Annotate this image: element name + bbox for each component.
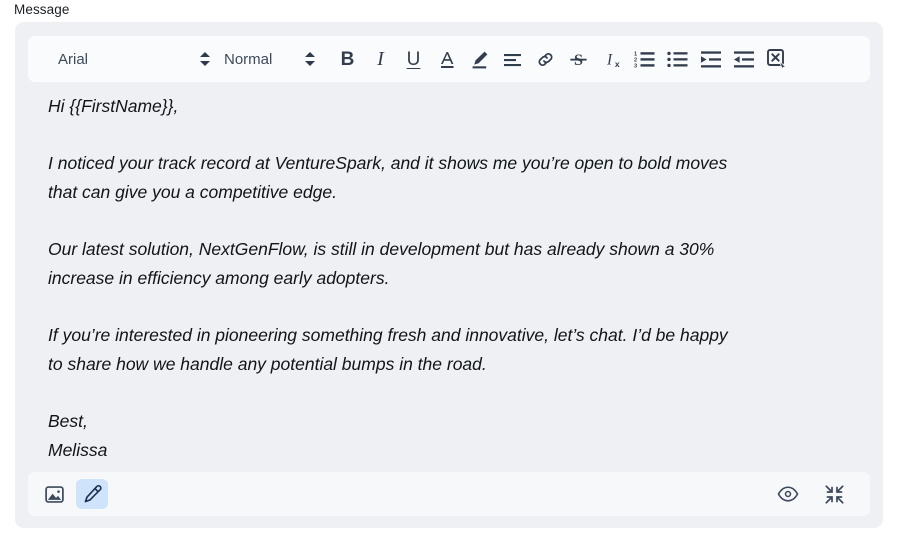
italic-button[interactable]: I <box>364 43 397 75</box>
message-paragraph-pitch: Our latest solution, NextGenFlow, is sti… <box>48 235 848 293</box>
svg-text:x: x <box>615 59 620 69</box>
svg-text:I: I <box>606 51 613 68</box>
link-button[interactable] <box>529 43 562 75</box>
highlighter-icon <box>472 51 488 68</box>
outdent-icon <box>733 50 754 67</box>
clear-formatting-button[interactable]: I x <box>595 43 628 75</box>
underline-icon: U <box>406 48 421 70</box>
editor-bottom-bar <box>28 472 870 516</box>
message-paragraph-greeting: Hi {{FirstName}}, <box>48 92 848 121</box>
edit-pencil-icon <box>84 484 102 502</box>
link-icon <box>538 52 553 66</box>
rich-text-editor-card: Arial Normal B I U I x 1 2 3 Hi {{FirstN… <box>15 22 883 528</box>
bottom-bar-left-group <box>38 479 108 509</box>
insert-image-icon <box>44 485 64 503</box>
bullet-list-button[interactable] <box>661 43 694 75</box>
bold-button[interactable]: B <box>331 43 364 75</box>
message-editor-page: Message Arial Normal B I U I x 1 2 3 Hi … <box>0 0 899 549</box>
message-line: increase in efficiency among early adopt… <box>48 268 390 288</box>
insert-image-button[interactable] <box>38 479 70 509</box>
bottom-bar-right-group <box>772 479 860 509</box>
preview-button[interactable] <box>772 479 804 509</box>
edit-pencil-button[interactable] <box>76 479 108 509</box>
text-color-icon <box>440 51 453 68</box>
font-size-select[interactable]: Normal <box>210 44 315 74</box>
remove-image-icon <box>766 49 787 70</box>
ordered-list-button[interactable]: 1 2 3 <box>628 43 661 75</box>
message-line: Best, <box>48 411 88 431</box>
strikethrough-icon: S <box>570 51 587 69</box>
align-icon <box>503 54 521 67</box>
message-body[interactable]: Hi {{FirstName}}, I noticed your track r… <box>28 82 870 460</box>
message-line: If you’re interested in pioneering somet… <box>48 325 728 345</box>
field-label: Message <box>14 2 70 17</box>
message-paragraph-intro: I noticed your track record at VentureSp… <box>48 149 848 207</box>
ordered-list-marker-3: 3 <box>634 63 637 68</box>
message-line: Hi {{FirstName}}, <box>48 96 179 116</box>
indent-icon <box>700 50 721 67</box>
italic-icon: I <box>377 48 384 70</box>
message-line: to share how we handle any potential bum… <box>48 354 487 374</box>
chevron-updown-icon <box>305 50 315 68</box>
message-line: Melissa <box>48 440 108 460</box>
remove-image-button[interactable] <box>760 43 793 75</box>
underline-button[interactable]: U <box>397 43 430 75</box>
align-button[interactable] <box>496 43 529 75</box>
highlighter-button[interactable] <box>463 43 496 75</box>
font-family-value: Arial <box>58 50 89 68</box>
formatting-toolbar: Arial Normal B I U I x 1 2 3 <box>28 36 870 82</box>
message-line: that can give you a competitive edge. <box>48 182 337 202</box>
collapse-icon <box>824 484 844 504</box>
font-size-value: Normal <box>224 50 273 68</box>
ordered-list-icon: 1 2 3 <box>634 51 654 69</box>
preview-eye-icon <box>777 486 799 502</box>
collapse-button[interactable] <box>818 479 850 509</box>
message-paragraph-cta: If you’re interested in pioneering somet… <box>48 321 848 379</box>
chevron-updown-icon <box>200 50 210 68</box>
clear-formatting-icon: I x <box>606 51 620 69</box>
bullet-list-icon <box>666 51 687 67</box>
font-family-select[interactable]: Arial <box>40 44 210 74</box>
message-line: I noticed your track record at VentureSp… <box>48 153 728 173</box>
strikethrough-button[interactable]: S <box>562 43 595 75</box>
indent-button[interactable] <box>694 43 727 75</box>
text-color-button[interactable] <box>430 43 463 75</box>
bold-icon: B <box>340 48 355 70</box>
outdent-button[interactable] <box>727 43 760 75</box>
message-line: Our latest solution, NextGenFlow, is sti… <box>48 239 715 259</box>
message-paragraph-signoff: Best, Melissa <box>48 407 848 465</box>
